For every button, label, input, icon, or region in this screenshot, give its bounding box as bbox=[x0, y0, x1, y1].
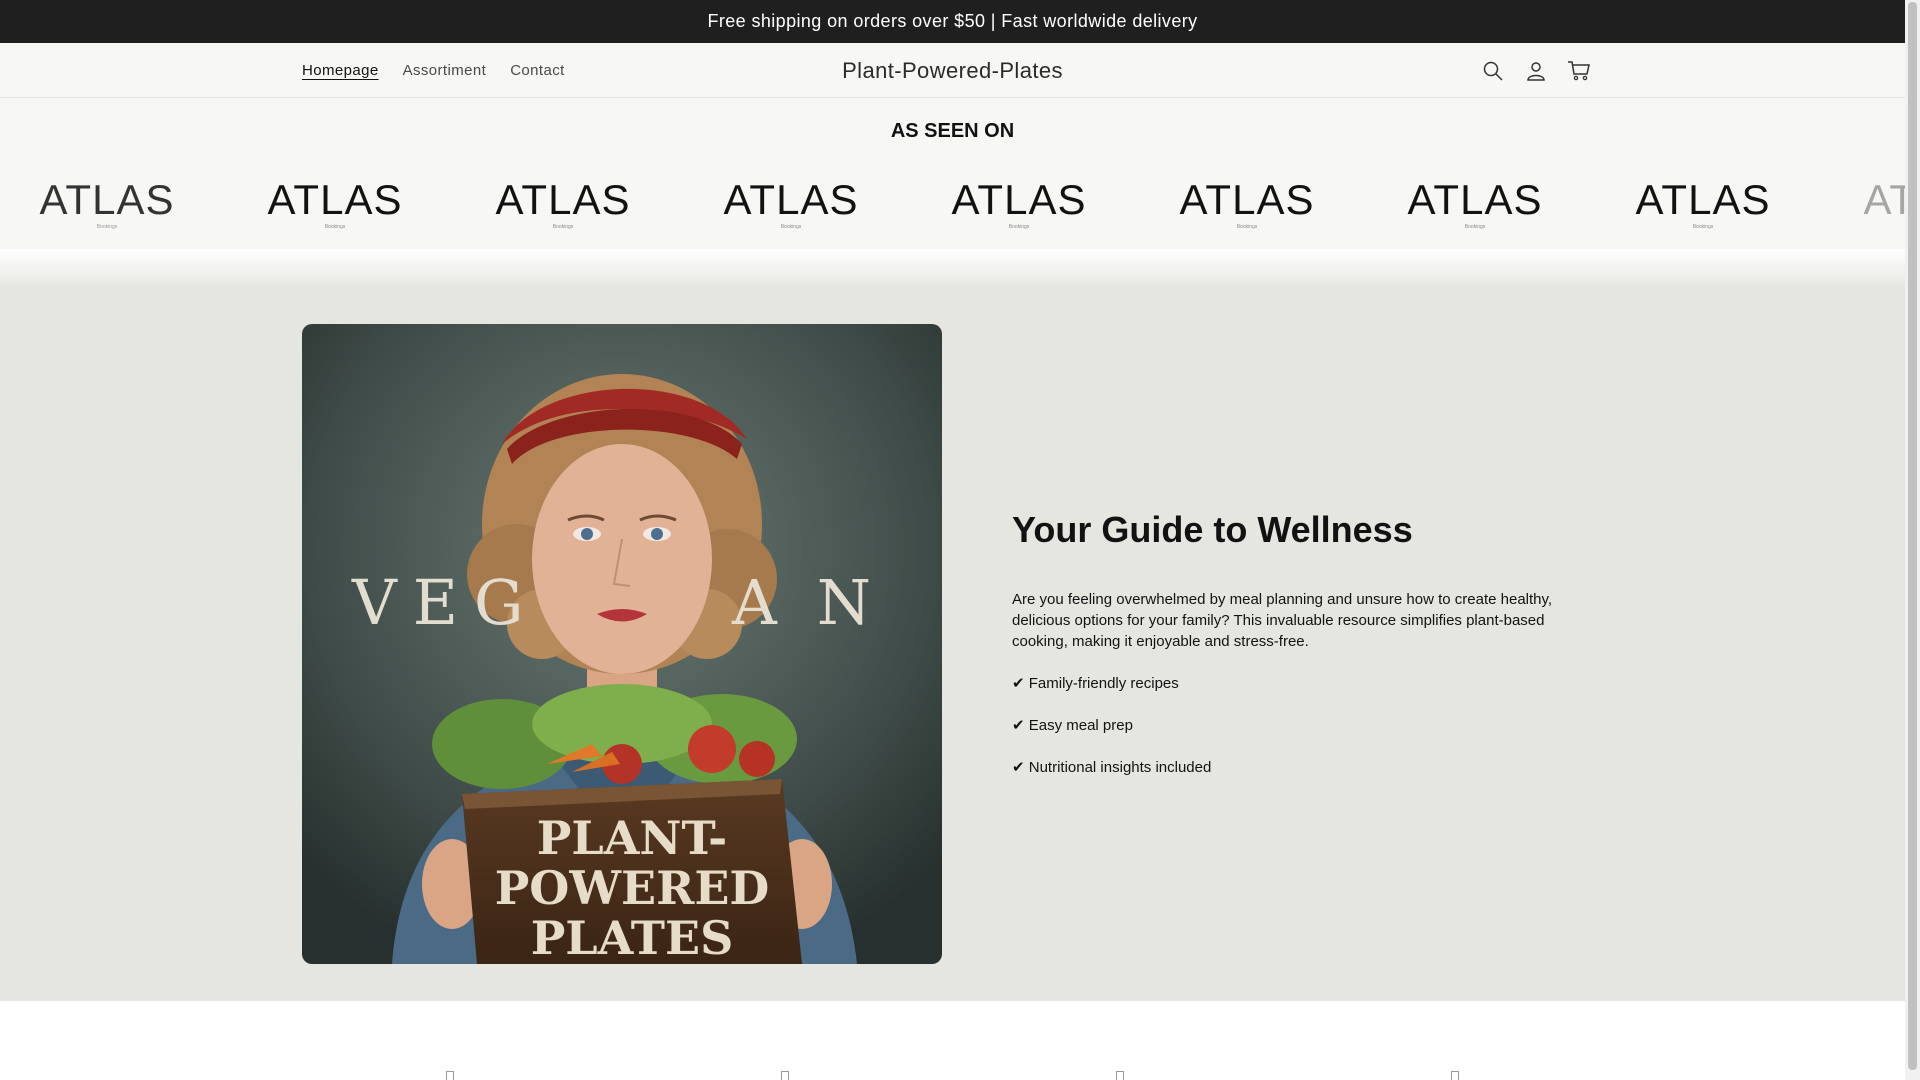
press-logo: ATLASBookings bbox=[721, 178, 861, 234]
book-title-line-2: POWERED bbox=[495, 861, 770, 915]
scrollbar-thumb[interactable] bbox=[1908, 2, 1917, 1070]
brand-wrapper: Plant-Powered-Plates bbox=[0, 43, 1905, 98]
section-fade bbox=[0, 249, 1905, 289]
press-logo: ATLASBookings bbox=[1177, 178, 1317, 234]
book-title-line-1: PLANT- bbox=[537, 811, 727, 865]
next-section bbox=[0, 1001, 1905, 1080]
search-icon[interactable] bbox=[1480, 58, 1506, 84]
header-icons bbox=[1480, 43, 1592, 98]
press-logo-tagline: Bookings bbox=[1464, 224, 1486, 230]
press-logo-word: ATLAS bbox=[723, 176, 859, 223]
press-logo-word: ATLAS bbox=[1407, 176, 1543, 223]
brand-logo-text[interactable]: Plant-Powered-Plates bbox=[842, 58, 1063, 84]
hero-image-text-left: VEG bbox=[351, 566, 540, 639]
nav-item-assortiment[interactable]: Assortiment bbox=[403, 62, 487, 79]
press-logo: ATLASBookings bbox=[1405, 178, 1545, 234]
hero-check-item: ✔ Easy meal prep bbox=[1012, 717, 1133, 734]
as-seen-on-section: AS SEEN ON ATLAS Bookings ATLAS Bookings ATL… bbox=[0, 98, 1905, 249]
press-logo-word: ATLAS bbox=[1635, 176, 1771, 223]
site-header: Plant-Powered-Plates Homepage Assortimen… bbox=[0, 43, 1905, 98]
hero-check-item: ✔ Nutritional insights included bbox=[1012, 759, 1212, 776]
hero-section: VEG AN PLANT- POWERED PLATES Your Guide … bbox=[0, 289, 1905, 1001]
hero-image-text-right: AN bbox=[731, 566, 911, 639]
press-logo-word: ATLAS bbox=[495, 176, 631, 223]
press-logo-tagline: Bookings bbox=[96, 224, 118, 230]
feature-icon bbox=[781, 1071, 789, 1080]
account-icon[interactable] bbox=[1523, 58, 1549, 84]
as-seen-on-title: AS SEEN ON bbox=[890, 120, 1015, 142]
hero-image: VEG AN PLANT- POWERED PLATES bbox=[302, 324, 942, 964]
cart-icon[interactable] bbox=[1566, 58, 1592, 84]
page-scrollbar[interactable] bbox=[1905, 0, 1920, 1080]
hero-heading: Your Guide to Wellness bbox=[1012, 509, 1413, 550]
hero-text: Your Guide to Wellness Are you feeling o… bbox=[1012, 509, 1572, 799]
press-logo-tagline: Bookings bbox=[1008, 224, 1030, 230]
press-logo: ATLASBookings bbox=[1861, 178, 1905, 234]
book-title-line-3: PLATES bbox=[531, 911, 734, 964]
press-logo-tagline: Bookings bbox=[1236, 224, 1258, 230]
press-logo-word: ATLAS bbox=[267, 176, 403, 223]
press-logo: ATLASBookings bbox=[949, 178, 1089, 234]
press-logo: ATLASBookings bbox=[493, 178, 633, 234]
feature-icon bbox=[1116, 1071, 1124, 1080]
press-logo-tagline: Bookings bbox=[324, 224, 346, 230]
press-logo-tagline: Bookings bbox=[780, 224, 802, 230]
press-logo: ATLASBookings bbox=[1633, 178, 1773, 234]
feature-icon bbox=[1451, 1071, 1459, 1080]
press-logo: ATLASBookings bbox=[37, 178, 177, 234]
press-logo-tagline: Bookings bbox=[1692, 224, 1714, 230]
hero-check-item: ✔ Family-friendly recipes bbox=[1012, 675, 1179, 692]
hero-body: Are you feeling overwhelmed by meal plan… bbox=[1012, 591, 1553, 650]
feature-icon bbox=[446, 1071, 454, 1080]
press-logo-word: ATLAS bbox=[39, 176, 175, 223]
announcement-text: Free shipping on orders over $50 | Fast … bbox=[707, 11, 1198, 31]
announcement-bar: Free shipping on orders over $50 | Fast … bbox=[0, 0, 1905, 43]
press-logo-tagline: Bookings bbox=[552, 224, 574, 230]
nav-item-homepage[interactable]: Homepage bbox=[302, 62, 379, 79]
press-logo-word: ATLAS bbox=[951, 176, 1087, 223]
press-logo-word: ATLAS bbox=[1863, 176, 1905, 223]
nav-item-contact[interactable]: Contact bbox=[510, 62, 565, 79]
main-nav: Homepage Assortiment Contact bbox=[302, 43, 565, 98]
press-logo-word: ATLAS bbox=[1179, 176, 1315, 223]
press-logo: ATLASBookings bbox=[265, 178, 405, 234]
